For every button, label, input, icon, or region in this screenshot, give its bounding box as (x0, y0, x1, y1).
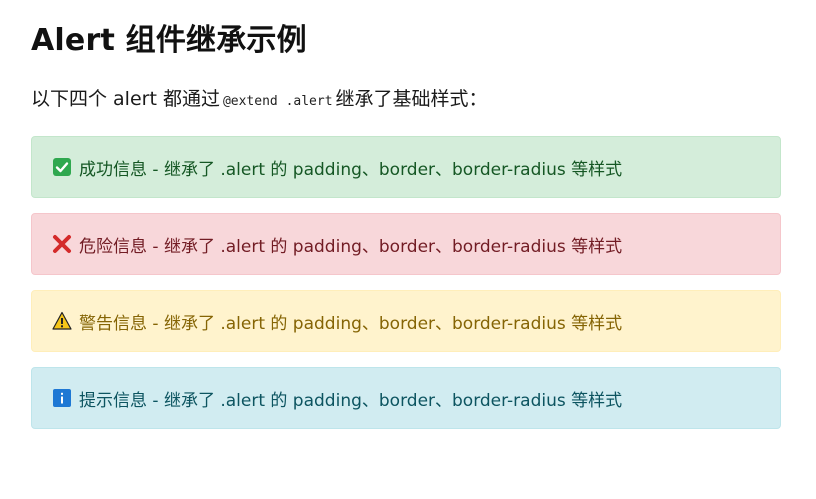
alert-success: 成功信息 - 继承了 .alert 的 padding、border、borde… (31, 136, 781, 198)
intro-text: 以下四个 alert 都通过 @extend .alert 继承了基础样式： (31, 86, 781, 115)
alert-warning-text: 警告信息 - 继承了 .alert 的 padding、border、borde… (79, 313, 623, 334)
warning-triangle-icon (52, 311, 72, 331)
alert-warning: 警告信息 - 继承了 .alert 的 padding、border、borde… (31, 290, 781, 352)
alert-list: 成功信息 - 继承了 .alert 的 padding、border、borde… (31, 136, 781, 429)
intro-code: @extend .alert (222, 94, 333, 109)
intro-text-after: 继承了基础样式： (335, 88, 488, 110)
intro-text-before: 以下四个 alert 都通过 (31, 88, 220, 110)
alert-info: 提示信息 - 继承了 .alert 的 padding、border、borde… (31, 367, 781, 429)
page-container: Alert 组件继承示例 以下四个 alert 都通过 @extend .aler… (0, 0, 816, 429)
info-box-icon (52, 388, 72, 408)
check-box-icon (52, 157, 72, 177)
cross-icon (52, 234, 72, 254)
alert-danger: 危险信息 - 继承了 .alert 的 padding、border、borde… (31, 213, 781, 275)
page-title: Alert 组件继承示例 (31, 23, 307, 58)
alert-info-text: 提示信息 - 继承了 .alert 的 padding、border、borde… (79, 390, 623, 411)
alert-success-text: 成功信息 - 继承了 .alert 的 padding、border、borde… (79, 159, 623, 180)
alert-danger-text: 危险信息 - 继承了 .alert 的 padding、border、borde… (79, 236, 623, 257)
